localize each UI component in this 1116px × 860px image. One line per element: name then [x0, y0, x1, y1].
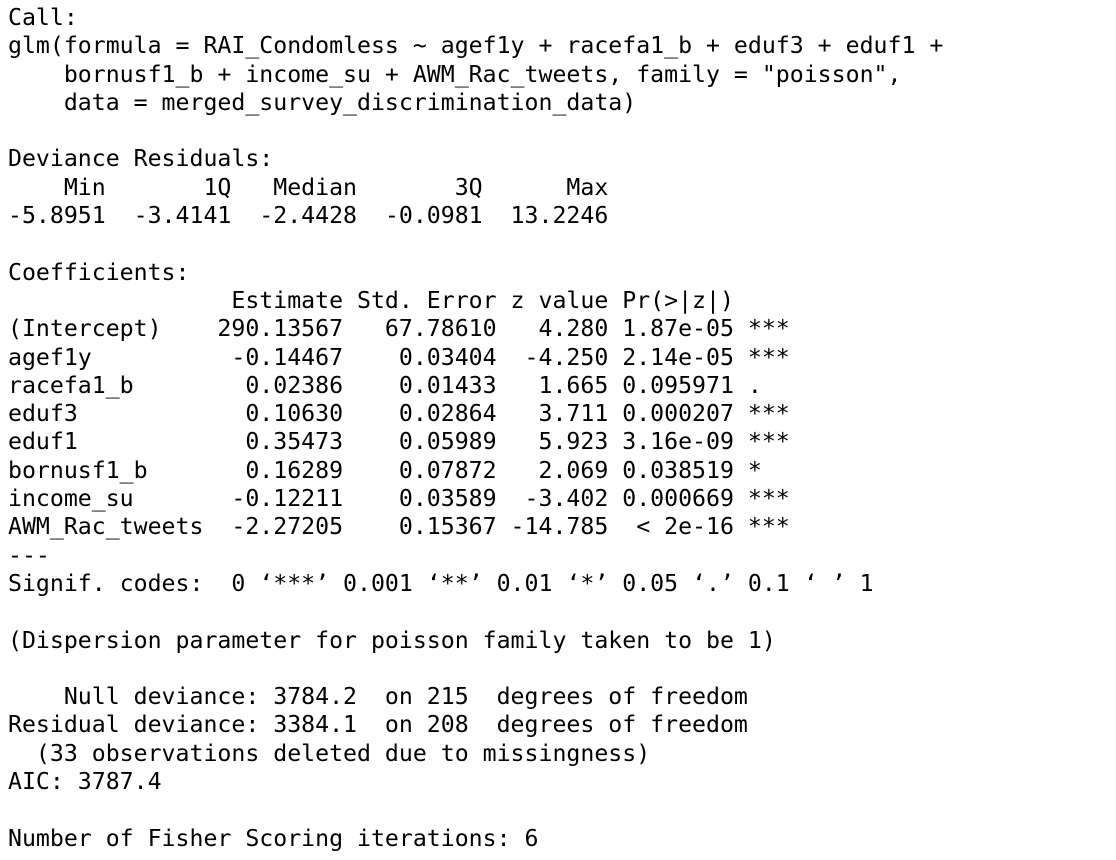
coefficient-row-income-su: income_su -0.12211 0.03589 -3.402 0.0006… — [8, 485, 790, 513]
call-formula-line-2: bornusf1_b + income_su + AWM_Rac_tweets,… — [8, 60, 902, 88]
residual-deviance-line: Residual deviance: 3384.1 on 208 degrees… — [8, 711, 748, 739]
deviance-residuals-heading: Deviance Residuals: — [8, 145, 274, 173]
fisher-scoring-iterations-line: Number of Fisher Scoring iterations: 6 — [8, 824, 539, 852]
aic-line: AIC: 3787.4 — [8, 768, 162, 796]
call-formula-line-1: glm(formula = RAI_Condomless ~ agef1y + … — [8, 32, 944, 60]
dispersion-parameter-line: (Dispersion parameter for poisson family… — [8, 626, 776, 654]
call-heading: Call: — [8, 4, 78, 31]
coefficient-row-agef1y: agef1y -0.14467 0.03404 -4.250 2.14e-05 … — [8, 343, 790, 371]
signif-codes-line: Signif. codes: 0 ‘***’ 0.001 ‘**’ 0.01 ‘… — [8, 569, 874, 597]
coefficient-row-intercept: (Intercept) 290.13567 67.78610 4.280 1.8… — [8, 315, 790, 343]
call-formula-line-3: data = merged_survey_discrimination_data… — [8, 88, 637, 116]
coefficient-row-bornusf1-b: bornusf1_b 0.16289 0.07872 2.069 0.03851… — [8, 456, 762, 484]
coefficient-row-awm-rac-tweets: AWM_Rac_tweets -2.27205 0.15367 -14.785 … — [8, 513, 790, 541]
deviance-residuals-values: -5.8951 -3.4141 -2.4428 -0.0981 13.2246 — [8, 202, 609, 230]
coefficients-header-row: Estimate Std. Error z value Pr(>|z|) — [8, 286, 734, 314]
observations-deleted-line: (33 observations deleted due to missingn… — [8, 739, 651, 767]
console-output: Call: glm(formula = RAI_Condomless ~ agef… — [8, 4, 943, 853]
separator-line: --- — [8, 541, 50, 569]
coefficients-heading: Coefficients: — [8, 258, 190, 286]
coefficient-row-eduf3: eduf3 0.10630 0.02864 3.711 0.000207 *** — [8, 400, 790, 428]
coefficient-row-racefa1-b: racefa1_b 0.02386 0.01433 1.665 0.095971… — [8, 371, 762, 399]
coefficient-row-eduf1: eduf1 0.35473 0.05989 5.923 3.16e-09 *** — [8, 428, 790, 456]
deviance-residuals-header: Min 1Q Median 3Q Max — [8, 173, 609, 201]
null-deviance-line: Null deviance: 3784.2 on 215 degrees of … — [8, 683, 748, 711]
